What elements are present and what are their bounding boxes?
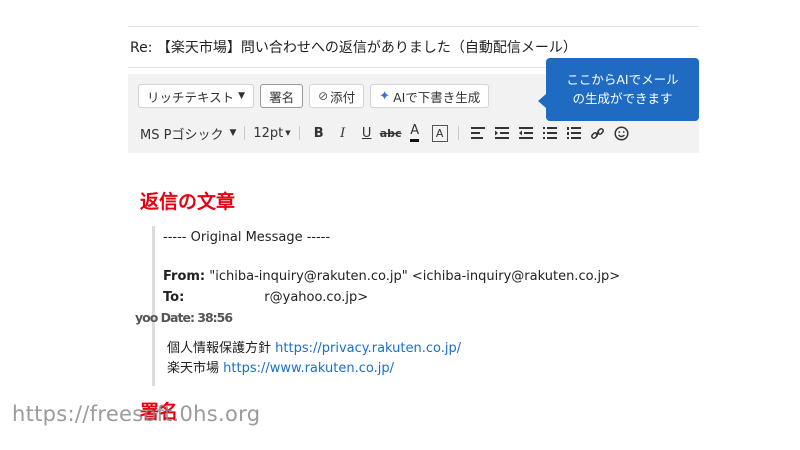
from-value: "ichiba-inquiry@rakuten.co.jp" <ichiba-i… xyxy=(205,269,621,284)
caret-down-icon: ▼ xyxy=(229,128,237,138)
outdent-icon xyxy=(518,127,533,139)
smiley-icon xyxy=(614,125,629,141)
tooltip-line-1: ここからAIでメール xyxy=(566,72,679,87)
strikethrough-button[interactable]: abc xyxy=(380,122,402,144)
ichiba-link[interactable]: https://www.rakuten.co.jp/ xyxy=(223,361,394,376)
align-left-button[interactable] xyxy=(467,122,489,144)
to-value: r@yahoo.co.jp> xyxy=(264,290,369,305)
attach-label: 添付 xyxy=(330,89,356,105)
indent-icon xyxy=(494,127,509,139)
rich-text-dropdown[interactable]: リッチテキスト ▼ xyxy=(138,84,255,108)
paperclip-icon: ⊘ xyxy=(318,89,329,103)
link-icon xyxy=(591,127,605,139)
align-left-icon xyxy=(470,127,485,139)
bullet-list-icon xyxy=(542,127,557,139)
toolbar-row-actions: リッチテキスト ▼ 署名 ⊘ 添付 ✦ AIで下書き生成 xyxy=(138,84,490,108)
rich-text-label: リッチテキスト xyxy=(147,89,235,105)
font-size-select[interactable]: 12pt ▼ xyxy=(253,126,290,141)
bullet-list-button[interactable] xyxy=(539,122,561,144)
font-family-select[interactable]: MS Pゴシック ▼ xyxy=(140,124,236,143)
ai-tooltip: ここからAIでメール の生成ができます xyxy=(538,58,699,121)
to-label: To: xyxy=(163,290,185,305)
caret-down-icon: ▼ xyxy=(285,129,291,137)
font-size-label: 12pt xyxy=(253,125,284,141)
toolbar-divider xyxy=(244,126,246,140)
indent-button[interactable] xyxy=(491,122,513,144)
signature-label: 署名 xyxy=(269,89,295,105)
original-message-separator: ----- Original Message ----- xyxy=(163,230,331,245)
italic-button[interactable]: I xyxy=(332,122,354,144)
emoji-button[interactable] xyxy=(611,122,633,144)
privacy-line: 個人情報保護方針 https://privacy.rakuten.co.jp/ xyxy=(167,337,461,356)
underline-button[interactable]: U xyxy=(356,122,378,144)
email-subject: Re: 【楽天市場】問い合わせへの返信がありました（自動配信メール） xyxy=(130,40,577,56)
attach-button[interactable]: ⊘ 添付 xyxy=(309,84,365,108)
ichiba-line: 楽天市場 https://www.rakuten.co.jp/ xyxy=(167,357,394,376)
numbered-list-button[interactable] xyxy=(563,122,585,144)
ichiba-label: 楽天市場 xyxy=(167,361,224,376)
quoted-message[interactable]: ----- Original Message ----- From: "ichi… xyxy=(135,226,699,386)
reply-heading: 返信の文章 xyxy=(140,191,236,213)
from-line: From: "ichiba-inquiry@rakuten.co.jp" <ic… xyxy=(163,269,620,284)
from-label: From: xyxy=(163,269,206,284)
tooltip-line-2: の生成ができます xyxy=(572,91,673,106)
caret-down-icon: ▼ xyxy=(238,91,246,101)
toolbar-row-format: MS Pゴシック ▼ 12pt ▼ B I U abc A A xyxy=(140,122,635,144)
font-family-label: MS Pゴシック xyxy=(140,127,224,143)
numbered-list-icon xyxy=(566,127,581,139)
signature-button[interactable]: 署名 xyxy=(260,84,304,108)
ai-write-label: AIで下書き生成 xyxy=(393,89,481,105)
bg-color-button[interactable]: A xyxy=(431,124,448,142)
toolbar-divider xyxy=(457,126,459,140)
date-line-garbled: yoo Date: 38:56 xyxy=(135,310,233,325)
outdent-button[interactable] xyxy=(515,122,537,144)
sparkle-icon: ✦ xyxy=(379,88,391,104)
bold-button[interactable]: B xyxy=(308,122,330,144)
privacy-label: 個人情報保護方針 xyxy=(167,341,276,356)
ai-write-button[interactable]: ✦ AIで下書き生成 xyxy=(370,84,490,108)
font-color-icon: A xyxy=(410,124,420,142)
toolbar-divider xyxy=(298,126,300,140)
to-line: To: r@yahoo.co.jp> xyxy=(163,290,368,305)
privacy-link[interactable]: https://privacy.rakuten.co.jp/ xyxy=(275,341,461,356)
link-button[interactable] xyxy=(587,122,609,144)
watermark: https://freesoft.0hs.org xyxy=(12,402,261,426)
font-color-button[interactable]: A xyxy=(404,122,426,144)
